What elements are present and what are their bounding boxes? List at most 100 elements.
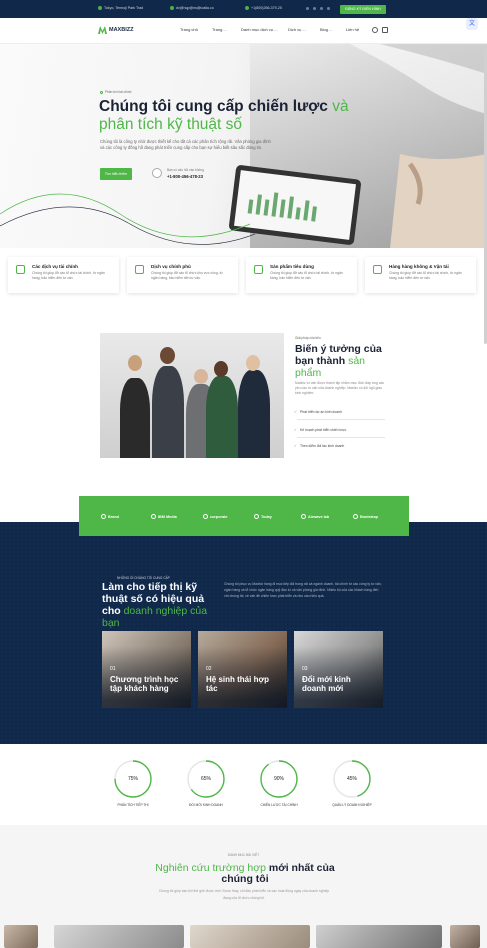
stat-value: 90% [273, 776, 284, 782]
logo-mark-icon [98, 26, 107, 34]
phone-text: +1(800)266-379-25 [251, 6, 282, 10]
about-point: Kế hoạch phát triển chiến lược [294, 428, 346, 432]
person-figure [120, 378, 150, 458]
email-item[interactable]: dv@hqp@ns@ioalla.co [170, 6, 214, 10]
phone-item[interactable]: +1(800)266-379-25 [245, 6, 282, 10]
partner-logo[interactable]: corporate [203, 514, 228, 519]
stats-section: 75% PHÂN TÍCH TIẾP THỊ 65% ĐỔI MỚI KINH … [0, 745, 487, 825]
partner-icon [353, 514, 358, 519]
blog-image[interactable] [54, 925, 184, 948]
divider [297, 437, 385, 438]
partner-icon [301, 514, 306, 519]
about-tag: Giải pháp của tiếu [295, 336, 321, 340]
blog-image[interactable] [450, 925, 480, 948]
hero-description: Chúng tôi là công ty nhờ được thiết kế c… [100, 139, 271, 151]
facebook-icon[interactable] [306, 7, 309, 10]
airplane-icon [373, 265, 382, 274]
feature-card[interactable]: Hàng hàng không & Vận tải Chúng tôi giúp… [365, 257, 476, 293]
service-card[interactable]: 01 Chương trình học tập khách hàng [102, 631, 191, 708]
person-figure [206, 376, 238, 458]
stat-label: PHÂN TÍCH TIẾP THỊ [117, 803, 149, 807]
tablet-bar [287, 196, 294, 219]
logo[interactable]: MAXBIZZ [98, 26, 133, 34]
cart-icon[interactable] [382, 27, 388, 33]
blog-image[interactable] [190, 925, 310, 948]
location-icon [98, 6, 102, 10]
progress-ring: 75% [113, 759, 153, 799]
about-title-dark: Biến ý tưởng của bạn thành [295, 343, 382, 367]
services-section: NHỮNG GÌ CHÚNG TÔI CUNG CẤP Làm cho tiếp… [0, 522, 487, 744]
nav-item-home[interactable]: Trang chủ [180, 27, 198, 32]
service-number: 01 [110, 666, 116, 672]
translate-icon[interactable]: 文 [466, 18, 478, 30]
nav-item-contact[interactable]: Liên hệ [346, 27, 359, 32]
feature-title: Sản phẩm tiêu dùng [270, 264, 314, 269]
person-head [160, 347, 175, 364]
partner-name: Bootstrap [360, 514, 378, 519]
learn-more-button[interactable]: Tìm hiểu thêm [100, 168, 132, 180]
person-head [194, 369, 208, 384]
partner-icon [203, 514, 208, 519]
twitter-icon[interactable] [313, 7, 316, 10]
address-item: Tokyo, Tennoji Park Trad [98, 6, 143, 10]
stat-label: ĐỔI MỚI KINH DOANH [189, 803, 223, 807]
linkedin-icon[interactable] [320, 7, 323, 10]
nav-item-services[interactable]: Dịch vụ ... [288, 27, 306, 32]
service-card[interactable]: 03 Đổi mới kinh doanh mới [294, 631, 383, 708]
stat-item: 65% ĐỔI MỚI KINH DOANH [181, 759, 231, 807]
partner-icon [254, 514, 259, 519]
stat-value: 65% [200, 776, 211, 782]
partner-logo[interactable]: Airwave lab [301, 514, 329, 519]
services-tag: NHỮNG GÌ CHÚNG TÔI CUNG CẤP [117, 576, 170, 580]
phone-number[interactable]: +1-800-456-478-23 [167, 174, 203, 179]
feature-title: Các dịch vụ tài chính [32, 264, 78, 269]
register-button[interactable]: ĐĂNG KÝ ĐIỂN HÌNH [340, 5, 386, 14]
blog-title: Nghiên cứu trường hợp mới nhất của chúng… [155, 863, 335, 885]
divider [297, 419, 385, 420]
feature-card[interactable]: Các dịch vụ tài chính Chúng tôi giúp đỡ … [8, 257, 119, 293]
blog-image[interactable] [316, 925, 442, 948]
stat-value: 75% [127, 776, 138, 782]
stat-item: 75% PHÂN TÍCH TIẾP THỊ [108, 759, 158, 807]
person-figure [238, 370, 270, 458]
feature-desc: Chúng tôi giúp đỡ các tổ chức tài chính,… [270, 271, 343, 280]
government-icon [135, 265, 144, 274]
partner-logo[interactable]: IBM Media [151, 514, 177, 519]
service-card[interactable]: 02 Hệ sinh thái hợp tác [198, 631, 287, 708]
partner-name: Airwave lab [308, 514, 330, 519]
partner-name: IBM Media [158, 514, 177, 519]
about-point: Phát triển dự án kinh doanh [294, 410, 342, 414]
hero-decor-lines [0, 193, 256, 245]
partner-name: Today [261, 514, 272, 519]
search-icon[interactable] [372, 27, 378, 33]
feature-card[interactable]: Dịch vụ chính phủ Chúng tôi giúp đỡ các … [127, 257, 238, 293]
address-text: Tokyo, Tennoji Park Trad [104, 6, 144, 10]
stat-item: 90% CHIẾN LƯỢC TÀI CHÍNH [254, 759, 304, 807]
tablet-bar [263, 199, 270, 216]
tablet-bar [303, 200, 310, 221]
partner-logo[interactable]: Bootstrap [353, 514, 378, 519]
person-figure [152, 366, 184, 458]
nav-item-service-categories[interactable]: Danh mục dịch vụ ... [241, 27, 277, 32]
tag-icon [100, 90, 103, 94]
nav-item-pages[interactable]: Trang ... [212, 27, 227, 32]
feature-title: Hàng hàng không & Vận tải [389, 264, 449, 269]
feature-card[interactable]: Sản phẩm tiêu dùng Chúng tôi giúp đỡ các… [246, 257, 357, 293]
hero-section: Phân tích tài chính Chúng tôi cung cấp c… [0, 44, 487, 248]
person-head [128, 355, 142, 371]
about-point: Theo kiểm đối tác kinh doanh [294, 444, 344, 448]
email-text: dv@hqp@ns@ioalla.co [176, 6, 214, 10]
instagram-icon[interactable] [327, 7, 330, 10]
partner-logo[interactable]: Today [254, 514, 272, 519]
progress-ring: 45% [332, 759, 372, 799]
feature-cards: Các dịch vụ tài chính Chúng tôi giúp đỡ … [8, 257, 478, 293]
stat-item: 45% QUẢN LÝ DOANH NGHIỆP [327, 759, 377, 807]
hero-tag-text: Phân tích tài chính [105, 90, 132, 94]
blog-image[interactable] [4, 925, 38, 948]
nav-item-blog[interactable]: Blog ... [320, 27, 332, 32]
progress-ring: 65% [186, 759, 226, 799]
tablet-bar [279, 199, 286, 218]
partner-name: Brand [108, 514, 119, 519]
partner-logo[interactable]: Brand [101, 514, 119, 519]
service-title: Đổi mới kinh doanh mới [302, 675, 351, 694]
